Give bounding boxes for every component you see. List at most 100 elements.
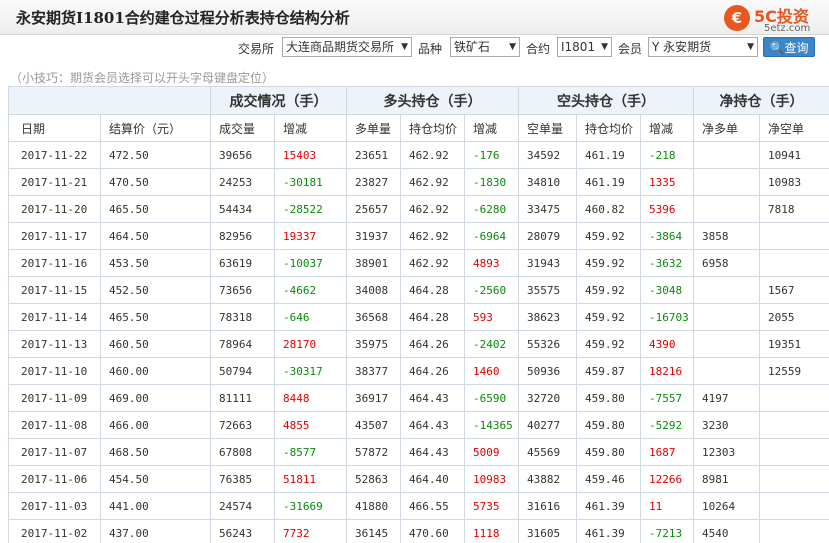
table-cell: 10264 — [693, 492, 760, 520]
table-cell: -14365 — [464, 411, 519, 439]
table-cell: -30181 — [274, 168, 347, 196]
column-header[interactable]: 增减 — [274, 114, 347, 142]
group-header: 成交情况（手） — [210, 86, 347, 115]
table-cell: 39656 — [210, 141, 275, 169]
table-cell: -3632 — [640, 249, 694, 277]
column-header[interactable]: 多单量 — [346, 114, 401, 142]
table-cell: 459.87 — [576, 357, 641, 385]
table-cell: -6964 — [464, 222, 519, 250]
table-cell: 2017-11-22 — [8, 141, 101, 169]
variety-select[interactable]: 铁矿石 ▼ — [450, 37, 520, 57]
column-header[interactable]: 日期 — [8, 114, 101, 142]
exchange-select[interactable]: 大连商品期货交易所 ▼ — [282, 37, 412, 57]
tip-text: （小技巧：期货会员选择可以开头字母键盘定位） — [10, 71, 275, 85]
table-cell: 460.00 — [100, 357, 211, 385]
table-cell: -1830 — [464, 168, 519, 196]
table-cell — [759, 492, 829, 520]
column-header[interactable]: 持仓均价 — [400, 114, 465, 142]
column-header[interactable]: 增减 — [464, 114, 519, 142]
table-cell: 5396 — [640, 195, 694, 223]
table-cell — [759, 465, 829, 493]
table-cell: 41880 — [346, 492, 401, 520]
site-logo[interactable]: € 5C投资 5etz.com — [724, 3, 829, 35]
table-cell: 55326 — [518, 330, 577, 358]
table-row: 2017-11-15 452.50 73656 -4662 34008 464.28 -25… — [8, 276, 829, 304]
table-cell: 462.92 — [400, 222, 465, 250]
table-cell: 50936 — [518, 357, 577, 385]
table-cell: -218 — [640, 141, 694, 169]
table-row: 2017-11-06 454.50 76385 51811 52863 464.40 109… — [8, 465, 829, 493]
table-cell: 2017-11-20 — [8, 195, 101, 223]
table-cell: 462.92 — [400, 168, 465, 196]
column-header[interactable]: 成交量 — [210, 114, 275, 142]
table-cell: 2017-11-03 — [8, 492, 101, 520]
table-cell: 2017-11-15 — [8, 276, 101, 304]
table-cell: 2017-11-13 — [8, 330, 101, 358]
column-header[interactable]: 净多单 — [693, 114, 760, 142]
table-cell: 472.50 — [100, 141, 211, 169]
table-cell: 36145 — [346, 519, 401, 543]
table-cell: 461.39 — [576, 519, 641, 543]
table-cell: 464.43 — [400, 411, 465, 439]
table-row: 2017-11-17 464.50 82956 19337 31937 462.92 -69… — [8, 222, 829, 250]
table-cell: 40277 — [518, 411, 577, 439]
contract-value: I1801 — [561, 40, 596, 54]
column-header[interactable]: 持仓均价 — [576, 114, 641, 142]
table-cell: 23651 — [346, 141, 401, 169]
table-cell: -3864 — [640, 222, 694, 250]
table-cell: 454.50 — [100, 465, 211, 493]
table-cell: 1567 — [759, 276, 829, 304]
table-cell: 7732 — [274, 519, 347, 543]
table-cell: -7213 — [640, 519, 694, 543]
table-cell: 5009 — [464, 438, 519, 466]
logo-site: 5etz.com — [764, 23, 811, 34]
contract-select[interactable]: I1801 ▼ — [557, 37, 612, 57]
table-cell: 56243 — [210, 519, 275, 543]
table-cell: 10983 — [759, 168, 829, 196]
table-cell: 11 — [640, 492, 694, 520]
table-cell: 78318 — [210, 303, 275, 331]
table-cell: 72663 — [210, 411, 275, 439]
table-cell: -6280 — [464, 195, 519, 223]
table-cell: 470.50 — [100, 168, 211, 196]
table-cell: 45569 — [518, 438, 577, 466]
table-cell: -4662 — [274, 276, 347, 304]
table-cell: 35575 — [518, 276, 577, 304]
table-cell: 461.19 — [576, 141, 641, 169]
query-button[interactable]: 🔍查询 — [763, 37, 815, 57]
table-cell: 452.50 — [100, 276, 211, 304]
table-cell: 5735 — [464, 492, 519, 520]
table-cell: 464.26 — [400, 330, 465, 358]
column-header[interactable]: 结算价（元） — [100, 114, 211, 142]
table-cell: 19351 — [759, 330, 829, 358]
table-cell: 464.40 — [400, 465, 465, 493]
exchange-label: 交易所 — [238, 42, 275, 56]
table-cell: 459.80 — [576, 411, 641, 439]
table-cell — [693, 141, 760, 169]
table-cell: 459.92 — [576, 330, 641, 358]
table-cell — [759, 411, 829, 439]
table-cell: 461.39 — [576, 492, 641, 520]
exchange-value: 大连商品期货交易所 — [286, 40, 395, 54]
variety-value: 铁矿石 — [454, 40, 491, 54]
column-header[interactable]: 净空单 — [759, 114, 829, 142]
table-cell: 10983 — [464, 465, 519, 493]
table-cell: 2017-11-08 — [8, 411, 101, 439]
member-select[interactable]: Y 永安期货 ▼ — [648, 37, 758, 57]
column-header[interactable]: 空单量 — [518, 114, 577, 142]
column-header[interactable]: 增减 — [640, 114, 694, 142]
table-cell: -2560 — [464, 276, 519, 304]
table-cell: 2017-11-07 — [8, 438, 101, 466]
table-cell: 459.80 — [576, 384, 641, 412]
table-row: 2017-11-14 465.50 78318 -646 36568 464.28 593 3… — [8, 303, 829, 331]
table-cell: 2017-11-06 — [8, 465, 101, 493]
table-cell: 12559 — [759, 357, 829, 385]
table-cell: 459.80 — [576, 438, 641, 466]
table-cell: 462.92 — [400, 195, 465, 223]
table-row: 2017-11-16 453.50 63619 -10037 38901 462.92 48… — [8, 249, 829, 277]
position-table-container[interactable]: 成交情况（手） 多头持仓（手） 空头持仓（手） 净持仓（手） 日期 结算价（元） 成交量增… — [8, 86, 829, 543]
dropdown-arrow-icon: ▼ — [747, 42, 754, 52]
table-cell — [759, 249, 829, 277]
table-cell: 24253 — [210, 168, 275, 196]
group-header: 多头持仓（手） — [346, 86, 519, 115]
